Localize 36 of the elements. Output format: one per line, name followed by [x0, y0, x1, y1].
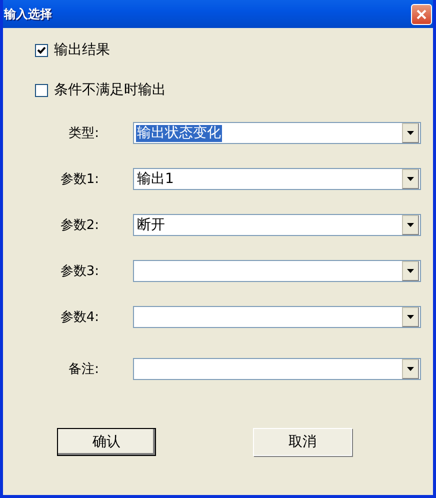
field-label: 参数3: — [59, 263, 99, 280]
close-icon — [416, 8, 427, 20]
field-label: 备注: — [68, 361, 99, 378]
dropdown-field[interactable]: 断开 — [133, 214, 421, 236]
dropdown-arrow-icon — [407, 223, 414, 227]
dropdown-field[interactable] — [133, 306, 421, 328]
window-title: 输入选择 — [4, 6, 52, 22]
dropdown-field[interactable]: 输出1 — [133, 168, 421, 190]
field-label: 参数2: — [59, 217, 99, 234]
dropdown-button[interactable] — [402, 123, 419, 143]
dropdown-arrow-icon — [407, 269, 414, 273]
dropdown-button[interactable] — [402, 261, 419, 281]
dropdown-button[interactable] — [402, 169, 419, 189]
dropdown-button[interactable] — [402, 307, 419, 327]
dropdown-value: 输出状态变化 — [136, 124, 222, 142]
dropdown-field[interactable] — [133, 260, 421, 282]
field-label: 类型: — [68, 125, 99, 142]
dropdown-arrow-icon — [407, 367, 414, 371]
dropdown-value: 输出1 — [136, 170, 175, 188]
dropdown-arrow-icon — [407, 131, 414, 135]
dropdown-field[interactable] — [133, 358, 421, 380]
dropdown-arrow-icon — [407, 315, 414, 319]
dialog-button[interactable]: 取消 — [253, 428, 352, 456]
dropdown-button[interactable] — [402, 215, 419, 235]
field-label: 参数1: — [59, 171, 99, 188]
dropdown-arrow-icon — [407, 177, 414, 181]
field-label: 参数4: — [59, 309, 99, 326]
checkbox[interactable] — [35, 44, 48, 56]
close-button[interactable] — [411, 4, 432, 24]
checkbox[interactable] — [35, 84, 48, 96]
dropdown-value: 断开 — [136, 216, 166, 234]
checkbox-label: 输出结果 — [54, 41, 110, 59]
checkbox-label: 条件不满足时输出 — [54, 81, 166, 99]
dropdown-field[interactable]: 输出状态变化 — [133, 122, 421, 144]
dialog-button[interactable]: 确认 — [57, 428, 156, 456]
dropdown-button[interactable] — [402, 359, 419, 379]
